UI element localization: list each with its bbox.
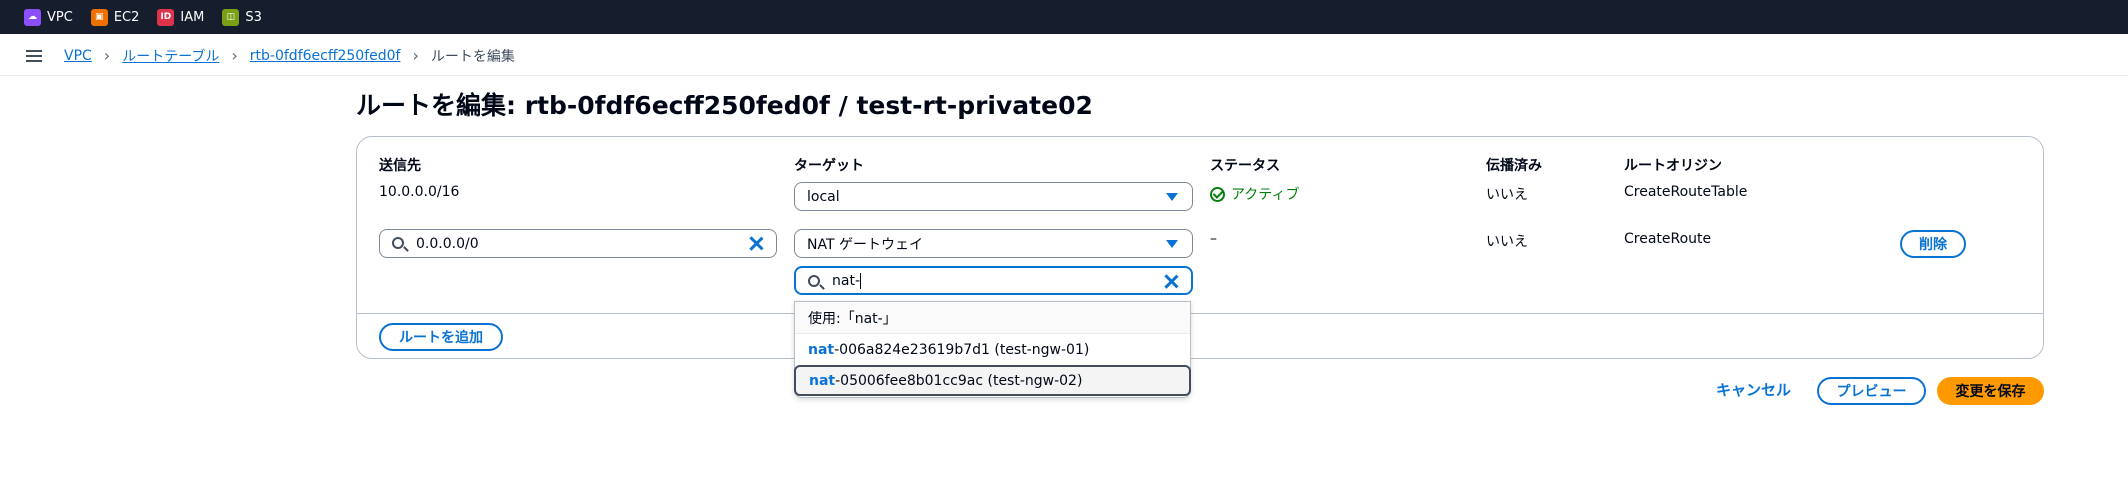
row2-destination-input[interactable]: 0.0.0.0/0 bbox=[379, 229, 777, 258]
row2-target-value: NAT ゲートウェイ bbox=[807, 236, 923, 253]
service-favorites-bar: ☁ VPC ▣ EC2 ID IAM ◫ S3 bbox=[0, 0, 2128, 34]
iam-icon: ID bbox=[157, 8, 175, 26]
remove-button[interactable]: 削除 bbox=[1900, 230, 1966, 258]
target-search-input[interactable]: nat- bbox=[794, 266, 1193, 295]
row2-status: – bbox=[1210, 231, 1217, 247]
row1-status: アクティブ bbox=[1210, 184, 1299, 204]
service-s3[interactable]: ◫ S3 bbox=[222, 8, 262, 26]
breadcrumb-current: ルートを編集 bbox=[430, 48, 515, 65]
caret-down-icon bbox=[1166, 240, 1178, 248]
divider bbox=[357, 313, 2043, 314]
option-match-text: nat bbox=[809, 372, 836, 389]
row1-destination: 10.0.0.0/16 bbox=[379, 184, 460, 200]
chevron-right-icon: › bbox=[103, 46, 111, 65]
breadcrumb-route-tables[interactable]: ルートテーブル bbox=[122, 46, 219, 66]
dropdown-option[interactable]: nat -006a824e23619b7d1 (test-ngw-01) bbox=[795, 334, 1190, 365]
row2-destination-value: 0.0.0.0/0 bbox=[416, 235, 479, 252]
row1-target-select[interactable]: local bbox=[794, 182, 1193, 211]
dropdown-option-highlighted[interactable]: nat -05006fee8b01cc9ac (test-ngw-02) bbox=[794, 365, 1191, 396]
row2-propagated: いいえ bbox=[1486, 234, 1528, 250]
service-vpc[interactable]: ☁ VPC bbox=[24, 8, 73, 26]
header-route-origin: ルートオリジン bbox=[1624, 158, 1722, 174]
breadcrumb: VPC › ルートテーブル › rtb-0fdf6ecff250fed0f › … bbox=[0, 36, 2128, 76]
row2-origin: CreateRoute bbox=[1624, 231, 1712, 247]
caret-down-icon bbox=[1166, 193, 1178, 201]
header-status: ステータス bbox=[1210, 158, 1280, 174]
clear-icon[interactable] bbox=[748, 235, 764, 251]
cancel-button[interactable]: キャンセル bbox=[1716, 379, 1791, 400]
search-icon bbox=[392, 237, 404, 249]
chevron-right-icon: › bbox=[412, 46, 419, 65]
page-title: ルートを編集: rtb-0fdf6ecff250fed0f / test-rt-… bbox=[356, 91, 1093, 120]
option-rest-text: -05006fee8b01cc9ac (test-ngw-02) bbox=[835, 372, 1083, 389]
option-rest-text: -006a824e23619b7d1 (test-ngw-01) bbox=[834, 341, 1090, 358]
breadcrumb-route-table-id[interactable]: rtb-0fdf6ecff250fed0f bbox=[250, 48, 401, 64]
search-icon bbox=[808, 275, 820, 287]
status-positive-icon bbox=[1210, 186, 1225, 202]
service-label: IAM bbox=[180, 9, 205, 25]
row1-target-value: local bbox=[807, 188, 840, 205]
ec2-icon: ▣ bbox=[90, 8, 108, 26]
use-entered-text-option[interactable]: 使用:「nat-」 bbox=[795, 302, 1190, 334]
header-target: ターゲット bbox=[794, 158, 864, 174]
text-cursor bbox=[860, 272, 861, 289]
preview-button[interactable]: プレビュー bbox=[1817, 377, 1926, 405]
service-iam[interactable]: ID IAM bbox=[157, 8, 205, 26]
service-label: S3 bbox=[245, 9, 262, 25]
row1-propagated: いいえ bbox=[1486, 187, 1528, 203]
save-changes-button[interactable]: 変更を保存 bbox=[1937, 377, 2044, 405]
header-destination: 送信先 bbox=[379, 158, 421, 174]
target-search-value: nat- bbox=[832, 272, 860, 289]
header-propagated: 伝播済み bbox=[1486, 158, 1542, 174]
row2-target-select[interactable]: NAT ゲートウェイ bbox=[794, 229, 1193, 258]
add-route-button[interactable]: ルートを追加 bbox=[379, 323, 503, 351]
clear-icon[interactable] bbox=[1163, 273, 1179, 289]
service-ec2[interactable]: ▣ EC2 bbox=[90, 8, 140, 26]
vpc-icon: ☁ bbox=[24, 8, 41, 26]
breadcrumb-vpc[interactable]: VPC bbox=[64, 48, 92, 64]
service-label: EC2 bbox=[113, 9, 140, 25]
chevron-right-icon: › bbox=[231, 46, 238, 65]
option-match-text: nat bbox=[808, 341, 835, 358]
service-label: VPC bbox=[47, 9, 73, 25]
row1-origin: CreateRouteTable bbox=[1624, 184, 1748, 200]
target-options-dropdown: 使用:「nat-」 nat -006a824e23619b7d1 (test-ng… bbox=[794, 301, 1191, 398]
s3-icon: ◫ bbox=[222, 8, 240, 26]
row1-status-label: アクティブ bbox=[1231, 187, 1300, 203]
menu-icon[interactable] bbox=[26, 49, 42, 62]
routes-editor: 送信先 ターゲット ステータス 伝播済み ルートオリジン 10.0.0.0/16… bbox=[356, 136, 2044, 359]
